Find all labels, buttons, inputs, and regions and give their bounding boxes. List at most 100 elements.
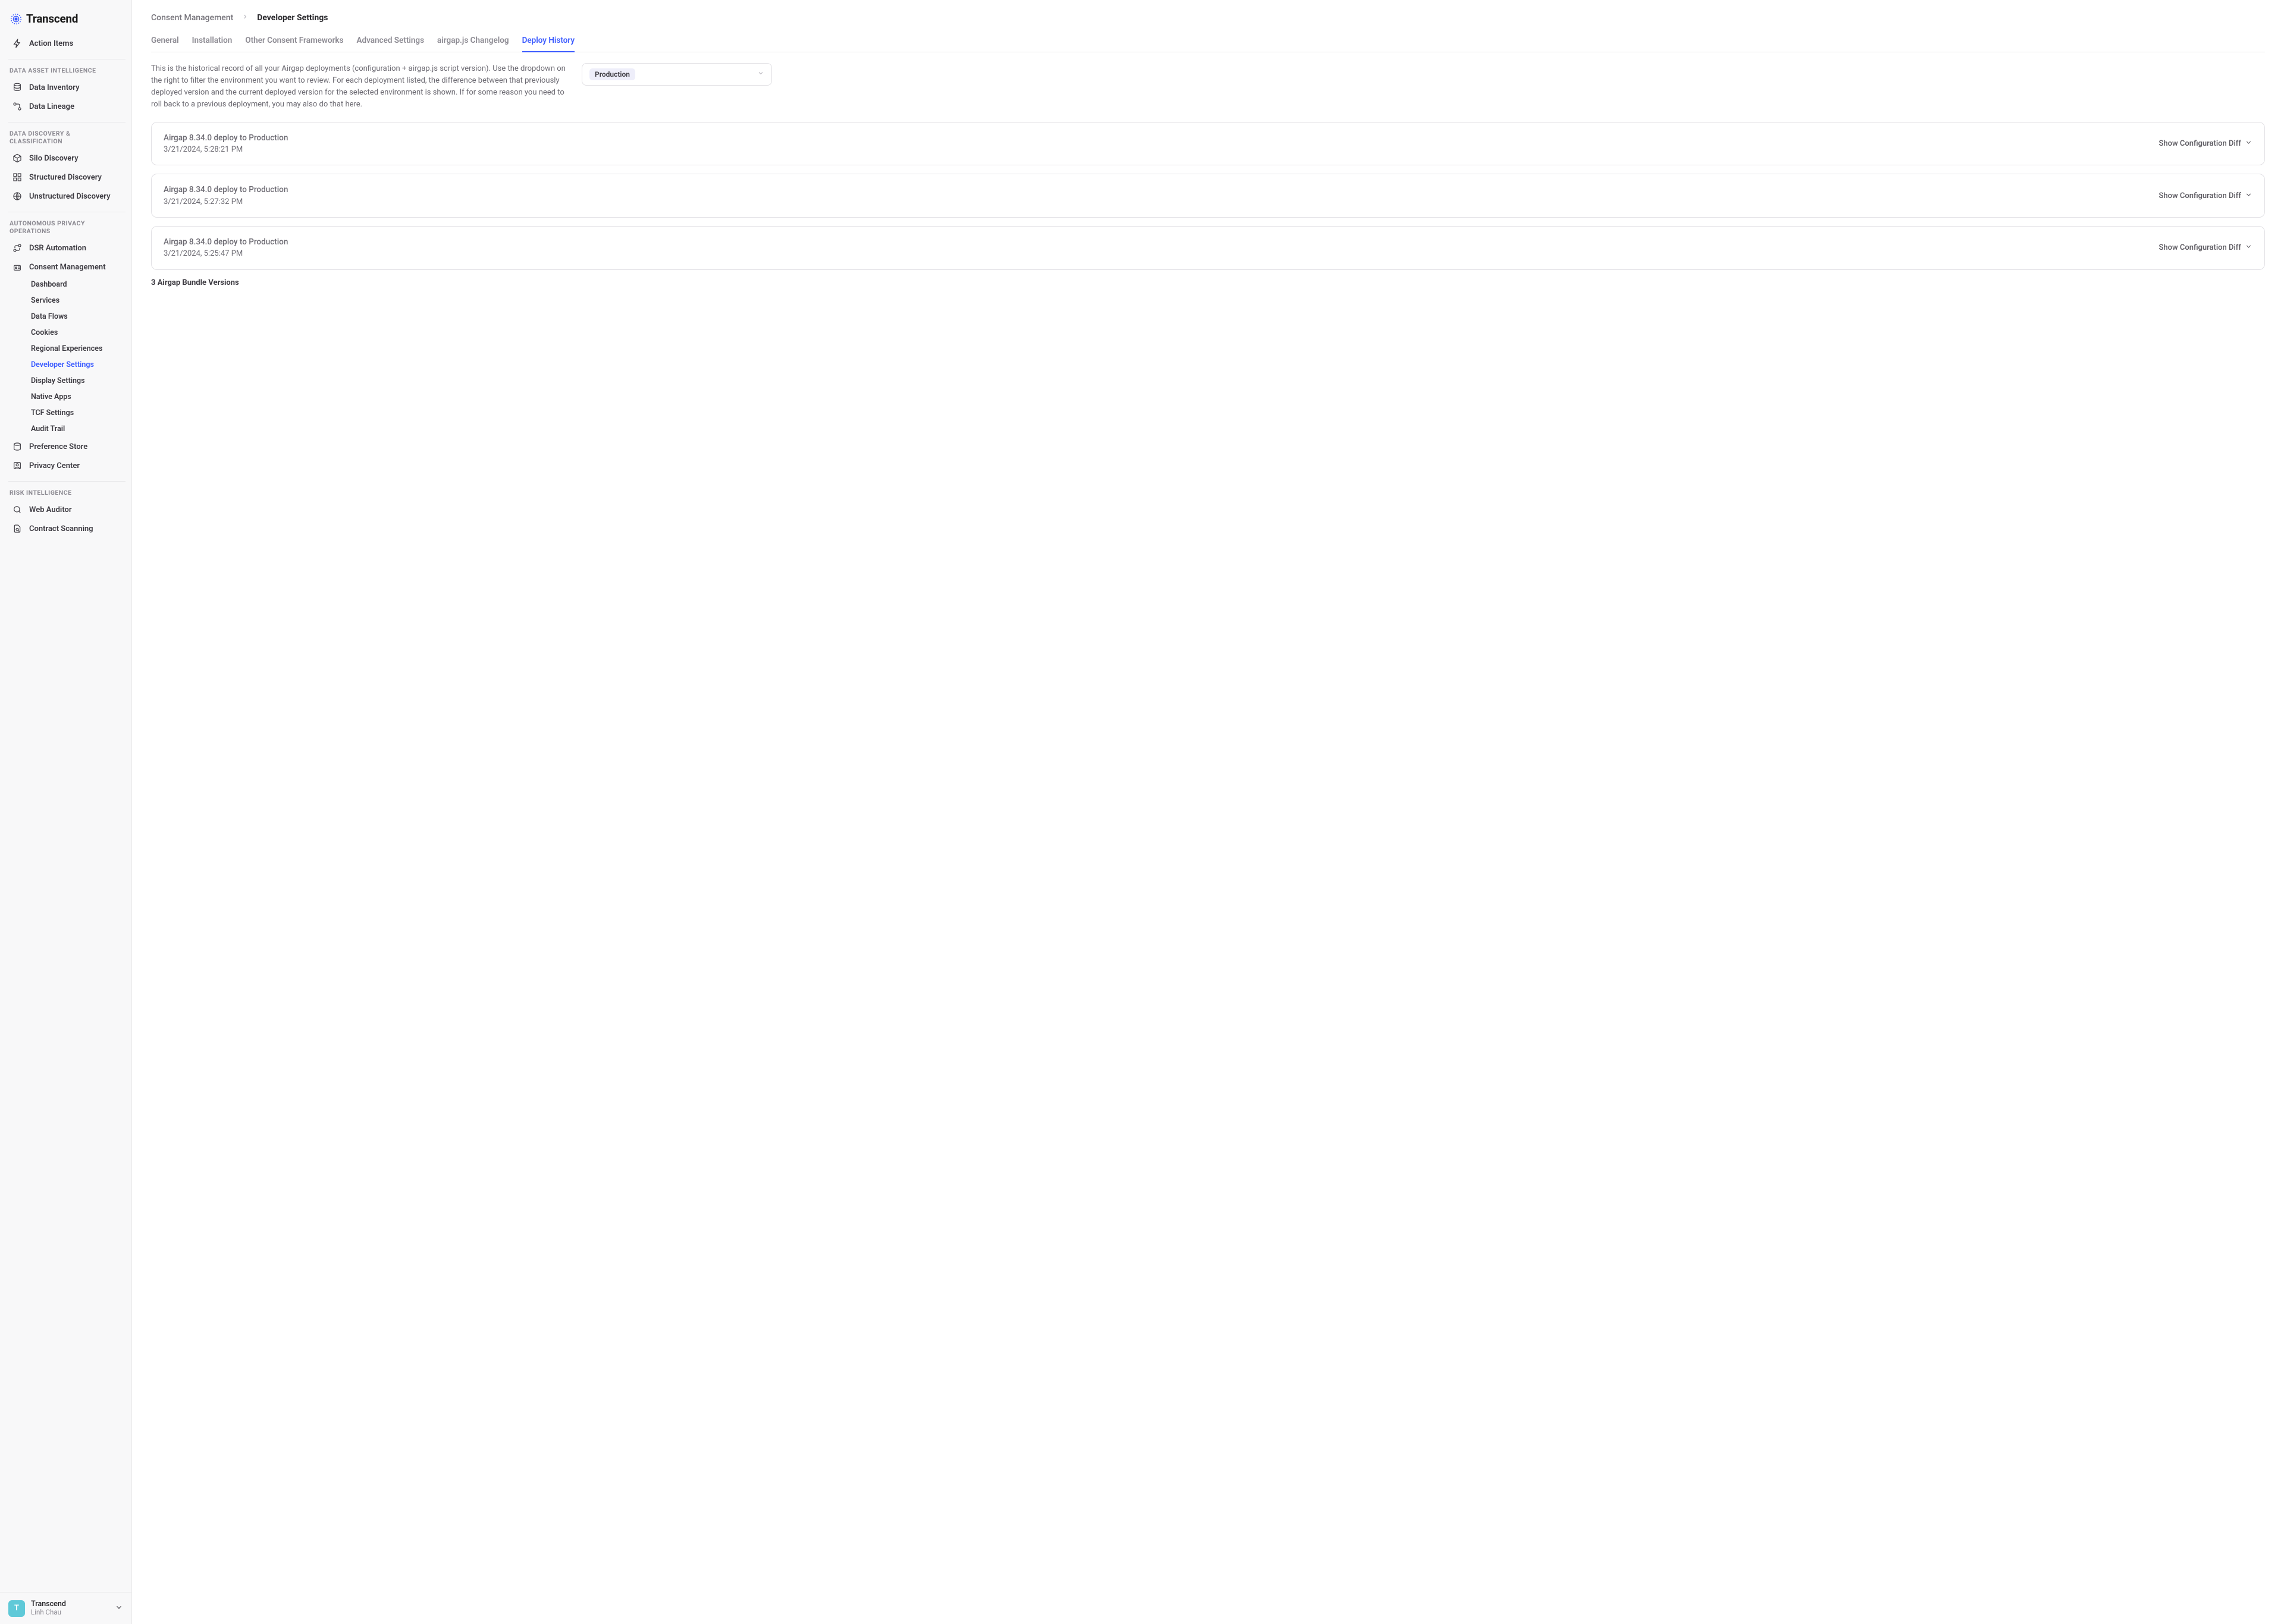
- deployment-card: Airgap 8.34.0 deploy to Production3/21/2…: [151, 174, 2265, 218]
- chevron-right-icon: [241, 13, 249, 23]
- sidebar-footer[interactable]: T Transcend Linh Chau: [0, 1592, 131, 1624]
- deployment-list: Airgap 8.34.0 deploy to Production3/21/2…: [151, 122, 2265, 270]
- deployment-title: Airgap 8.34.0 deploy to Production: [164, 184, 288, 196]
- environment-select[interactable]: Production: [582, 63, 772, 86]
- tab-general[interactable]: General: [151, 31, 179, 52]
- user-square-icon: [12, 460, 23, 471]
- sub-item-native-apps[interactable]: Native Apps: [27, 389, 126, 405]
- sidebar-item-dsr-automation[interactable]: DSR Automation: [8, 238, 126, 257]
- sub-item-tcf-settings[interactable]: TCF Settings: [27, 405, 126, 421]
- deployment-date: 3/21/2024, 5:28:21 PM: [164, 144, 288, 156]
- deployment-date: 3/21/2024, 5:25:47 PM: [164, 248, 288, 260]
- transcend-logo-icon: [11, 14, 21, 24]
- content-header: This is the historical record of all you…: [151, 63, 2265, 111]
- nav-label: Unstructured Discovery: [29, 192, 111, 201]
- database-icon: [12, 82, 23, 93]
- store-icon: [12, 441, 23, 452]
- nav-label: Data Inventory: [29, 83, 80, 92]
- chevron-down-icon: [115, 1603, 123, 1614]
- grid-icon: [12, 172, 23, 183]
- lightning-icon: [12, 38, 23, 49]
- deployment-card: Airgap 8.34.0 deploy to Production3/21/2…: [151, 226, 2265, 270]
- nav-label: Data Lineage: [29, 102, 74, 111]
- footer-org: Transcend: [31, 1600, 109, 1609]
- chevron-down-icon: [2245, 243, 2252, 253]
- sidebar-item-contract-scanning[interactable]: Contract Scanning: [8, 519, 126, 538]
- breadcrumb-current: Developer Settings: [257, 13, 328, 23]
- sub-item-cookies[interactable]: Cookies: [27, 325, 126, 341]
- sidebar-item-consent-management[interactable]: Consent Management: [8, 257, 126, 277]
- globe-icon: [12, 191, 23, 202]
- breadcrumb-parent[interactable]: Consent Management: [151, 13, 233, 23]
- section-label-risk: RISK INTELLIGENCE: [8, 486, 126, 500]
- sub-item-regional-experiences[interactable]: Regional Experiences: [27, 341, 126, 357]
- nav-label: Preference Store: [29, 442, 87, 451]
- diff-label: Show Configuration Diff: [2159, 139, 2242, 148]
- sub-item-services[interactable]: Services: [27, 293, 126, 309]
- deployment-card: Airgap 8.34.0 deploy to Production3/21/2…: [151, 122, 2265, 166]
- sidebar-item-unstructured-discovery[interactable]: Unstructured Discovery: [8, 187, 126, 206]
- breadcrumb: Consent Management Developer Settings: [151, 13, 2265, 23]
- automation-icon: [12, 243, 23, 253]
- chevron-down-icon: [2245, 191, 2252, 201]
- tab-airgap-changelog[interactable]: airgap.js Changelog: [437, 31, 509, 52]
- section-label-data-asset: DATA ASSET INTELLIGENCE: [8, 64, 126, 78]
- search-circle-icon: [12, 504, 23, 515]
- nav-label: Contract Scanning: [29, 524, 93, 533]
- tabs: General Installation Other Consent Frame…: [151, 31, 2265, 52]
- bundle-count: 3 Airgap Bundle Versions: [151, 278, 2265, 287]
- sub-item-developer-settings[interactable]: Developer Settings: [27, 357, 126, 373]
- tab-other-consent-frameworks[interactable]: Other Consent Frameworks: [245, 31, 343, 52]
- avatar: T: [8, 1600, 25, 1617]
- deployment-info: Airgap 8.34.0 deploy to Production3/21/2…: [164, 184, 288, 208]
- chevron-down-icon: [757, 70, 764, 79]
- deployment-date: 3/21/2024, 5:27:32 PM: [164, 196, 288, 208]
- tab-deploy-history[interactable]: Deploy History: [522, 31, 575, 52]
- deployment-info: Airgap 8.34.0 deploy to Production3/21/2…: [164, 132, 288, 156]
- section-label-privacy-ops: AUTONOMOUS PRIVACY OPERATIONS: [8, 217, 126, 238]
- nav-label: Privacy Center: [29, 461, 80, 470]
- sidebar-scroll[interactable]: Transcend Action Items DATA ASSET INTELL…: [0, 0, 131, 1592]
- show-configuration-diff-button[interactable]: Show Configuration Diff: [2159, 243, 2253, 253]
- footer-user: Linh Chau: [31, 1609, 109, 1617]
- diff-label: Show Configuration Diff: [2159, 191, 2242, 200]
- description-text: This is the historical record of all you…: [151, 63, 567, 111]
- environment-chip: Production: [589, 68, 635, 80]
- sub-item-data-flows[interactable]: Data Flows: [27, 309, 126, 325]
- sidebar-item-structured-discovery[interactable]: Structured Discovery: [8, 168, 126, 187]
- sidebar-item-action-items[interactable]: Action Items: [8, 34, 126, 53]
- nav-label: Action Items: [29, 39, 73, 48]
- consent-icon: [12, 262, 23, 272]
- nav-label: Silo Discovery: [29, 154, 79, 163]
- nav-label: Web Auditor: [29, 505, 72, 514]
- deployment-title: Airgap 8.34.0 deploy to Production: [164, 236, 288, 248]
- sub-item-display-settings[interactable]: Display Settings: [27, 373, 126, 389]
- nav-label: Consent Management: [29, 263, 106, 272]
- sidebar-item-silo-discovery[interactable]: Silo Discovery: [8, 149, 126, 168]
- cube-icon: [12, 153, 23, 164]
- tab-advanced-settings[interactable]: Advanced Settings: [356, 31, 424, 52]
- nav-label: Structured Discovery: [29, 173, 102, 182]
- sidebar-item-privacy-center[interactable]: Privacy Center: [8, 456, 126, 475]
- sub-item-dashboard[interactable]: Dashboard: [27, 277, 126, 293]
- show-configuration-diff-button[interactable]: Show Configuration Diff: [2159, 139, 2253, 149]
- deployment-info: Airgap 8.34.0 deploy to Production3/21/2…: [164, 236, 288, 260]
- brand-name: Transcend: [26, 12, 78, 26]
- main-content: Consent Management Developer Settings Ge…: [132, 0, 2284, 1624]
- sidebar: Transcend Action Items DATA ASSET INTELL…: [0, 0, 132, 1624]
- sidebar-item-web-auditor[interactable]: Web Auditor: [8, 500, 126, 519]
- sidebar-item-preference-store[interactable]: Preference Store: [8, 437, 126, 456]
- sidebar-item-data-inventory[interactable]: Data Inventory: [8, 78, 126, 97]
- lineage-icon: [12, 101, 23, 112]
- sub-item-audit-trail[interactable]: Audit Trail: [27, 421, 126, 437]
- section-label-discovery: DATA DISCOVERY & CLASSIFICATION: [8, 127, 126, 149]
- brand-logo[interactable]: Transcend: [8, 10, 126, 34]
- show-configuration-diff-button[interactable]: Show Configuration Diff: [2159, 191, 2253, 201]
- consent-sub-items: Dashboard Services Data Flows Cookies Re…: [8, 277, 126, 437]
- divider: [8, 481, 126, 482]
- tab-installation[interactable]: Installation: [192, 31, 233, 52]
- diff-label: Show Configuration Diff: [2159, 243, 2242, 252]
- deployment-title: Airgap 8.34.0 deploy to Production: [164, 132, 288, 144]
- footer-text: Transcend Linh Chau: [31, 1600, 109, 1617]
- sidebar-item-data-lineage[interactable]: Data Lineage: [8, 97, 126, 116]
